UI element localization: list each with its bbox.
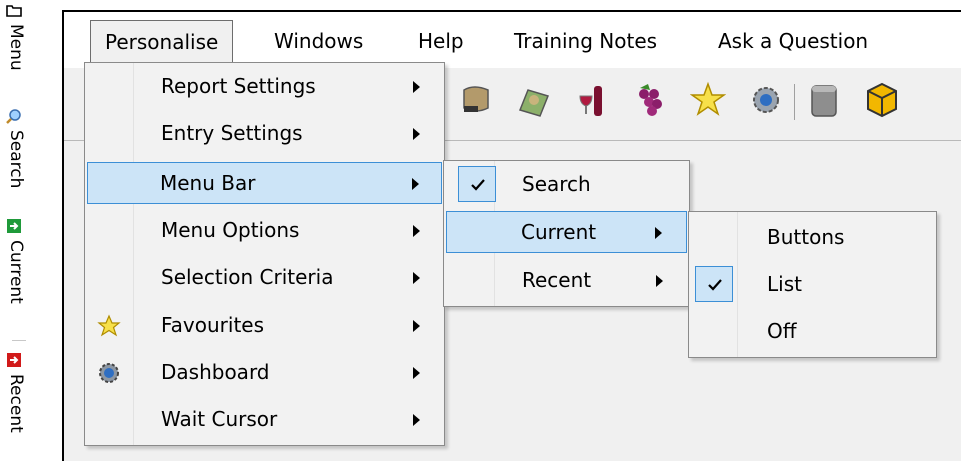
submenu-arrow-icon xyxy=(413,272,420,284)
menu-item-dashboard[interactable]: Dashboard xyxy=(87,352,442,394)
sidebar-item-label: Recent xyxy=(6,374,26,433)
check-mark-icon xyxy=(695,266,733,302)
menu-help[interactable]: Help xyxy=(404,20,478,64)
submenu-arrow-icon xyxy=(413,320,420,332)
menu-windows[interactable]: Windows xyxy=(260,20,377,64)
menu-item-menu-options[interactable]: Menu Options xyxy=(87,210,442,252)
sidebar-item-label: Current xyxy=(6,240,26,304)
menu-item-label: Dashboard xyxy=(161,360,270,384)
menu-personalise[interactable]: Personalise xyxy=(90,20,234,64)
menu-item-list[interactable]: List xyxy=(691,264,934,306)
barrel-icon[interactable] xyxy=(806,80,842,120)
menu-item-menu-bar[interactable]: Menu Bar xyxy=(87,162,442,204)
star-icon xyxy=(97,314,121,338)
menu-item-label: List xyxy=(767,272,802,296)
menu-item-label: Favourites xyxy=(161,313,265,337)
sidebar-item-recent[interactable]: Recent xyxy=(6,352,26,433)
menu-item-recent[interactable]: Recent xyxy=(446,260,687,302)
menu-item-off[interactable]: Off xyxy=(691,311,934,353)
sidebar-item-current[interactable]: Current xyxy=(6,218,26,304)
menu-bar-submenu: Search Current Recent xyxy=(443,160,690,307)
menu-item-buttons[interactable]: Buttons xyxy=(691,217,934,259)
toolbar-separator xyxy=(794,84,795,120)
wine-icon[interactable] xyxy=(574,80,610,120)
menu-item-label: Current xyxy=(521,220,597,244)
magnifier-icon xyxy=(6,108,24,124)
green-arrow-icon xyxy=(7,218,24,234)
folder-icon xyxy=(6,2,24,18)
menu-item-label: Menu Bar xyxy=(160,171,256,195)
menu-item-label: Menu Options xyxy=(161,218,300,242)
submenu-arrow-icon xyxy=(413,414,420,426)
dashboard-gear-icon xyxy=(97,361,121,385)
side-bar: Menu Search Current Recent xyxy=(0,0,40,461)
sidebar-item-search[interactable]: Search xyxy=(6,108,26,188)
menu-item-label: Wait Cursor xyxy=(161,407,278,431)
grapes-icon[interactable] xyxy=(632,80,668,120)
star-icon[interactable] xyxy=(689,80,727,120)
menu-item-label: Entry Settings xyxy=(161,121,303,145)
current-submenu: Buttons List Off xyxy=(688,211,937,358)
menu-item-selection-criteria[interactable]: Selection Criteria xyxy=(87,257,442,299)
menu-item-label: Off xyxy=(767,319,797,343)
menu-ask-a-question[interactable]: Ask a Question xyxy=(704,20,882,64)
box-icon[interactable] xyxy=(864,80,900,120)
menu-item-favourites[interactable]: Favourites xyxy=(87,305,442,347)
menu-item-wait-cursor[interactable]: Wait Cursor xyxy=(87,399,442,441)
submenu-arrow-icon xyxy=(412,178,419,190)
menu-item-label: Buttons xyxy=(767,225,845,249)
gear-icon[interactable] xyxy=(748,80,784,120)
red-arrow-icon xyxy=(7,352,24,368)
menu-item-label: Recent xyxy=(522,268,592,292)
sidebar-item-label: Search xyxy=(6,130,26,189)
menu-item-label: Report Settings xyxy=(161,74,316,98)
check-mark-icon xyxy=(458,166,496,202)
submenu-arrow-icon xyxy=(655,227,662,239)
sidebar-item-menu[interactable]: Menu xyxy=(6,2,26,71)
submenu-arrow-icon xyxy=(413,81,420,93)
personalise-menu: Report Settings Entry Settings Menu Bar … xyxy=(84,62,445,446)
submenu-arrow-icon xyxy=(413,367,420,379)
menu-training-notes[interactable]: Training Notes xyxy=(500,20,671,64)
menu-item-current[interactable]: Current xyxy=(446,211,687,253)
menu-item-entry-settings[interactable]: Entry Settings xyxy=(87,113,442,155)
submenu-arrow-icon xyxy=(413,225,420,237)
menu-item-report-settings[interactable]: Report Settings xyxy=(87,66,442,108)
submenu-arrow-icon xyxy=(413,128,420,140)
sidebar-separator xyxy=(12,340,26,341)
submenu-arrow-icon xyxy=(656,275,663,287)
menu-bar: Personalise Windows Help Training Notes … xyxy=(64,12,961,68)
menu-item-label: Search xyxy=(522,172,591,196)
sidebar-item-label: Menu xyxy=(6,24,26,71)
menu-item-search[interactable]: Search xyxy=(446,164,687,206)
menu-item-label: Selection Criteria xyxy=(161,265,334,289)
scroll-icon[interactable] xyxy=(458,80,494,120)
map-icon[interactable] xyxy=(516,80,552,120)
